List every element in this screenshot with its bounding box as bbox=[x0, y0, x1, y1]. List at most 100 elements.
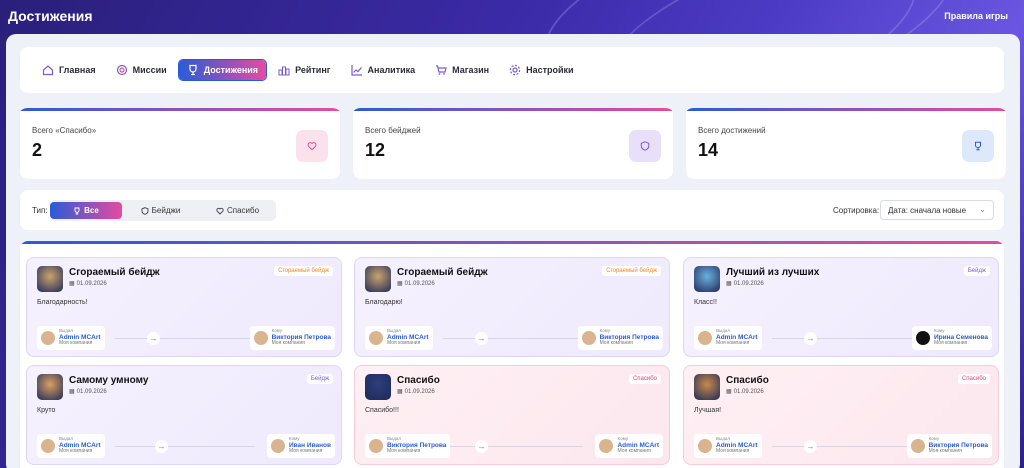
filter-label: Все bbox=[84, 206, 99, 215]
avatar bbox=[369, 331, 383, 345]
stat-card-thanks: Всего «Спасибо» 2 bbox=[20, 105, 340, 179]
stat-value: 12 bbox=[365, 140, 386, 160]
page-title: Достижения bbox=[8, 8, 93, 24]
arrow-right-icon: → bbox=[804, 332, 817, 345]
nav-item-settings[interactable]: Настройки bbox=[501, 60, 581, 80]
achievement-avatar bbox=[694, 374, 720, 400]
avatar bbox=[915, 331, 930, 345]
shield-icon bbox=[629, 130, 661, 162]
achievement-date-text: 01.09.2026 bbox=[733, 280, 764, 287]
filter-badges[interactable]: Бейджи bbox=[122, 202, 199, 219]
filter-all[interactable]: Все bbox=[50, 202, 122, 219]
nav-item-home[interactable]: Главная bbox=[34, 60, 104, 80]
type-segmented-control: Все Бейджи Спасибо bbox=[50, 200, 276, 221]
main-panel: Главная Миссии Достижения Рейтинг Аналит… bbox=[6, 34, 1020, 468]
avatar bbox=[599, 439, 614, 453]
achievement-message: Благодарю! bbox=[365, 299, 403, 306]
from-person: Выдал Admin MCArt Моя компания bbox=[694, 434, 762, 458]
arrow-right-icon: → bbox=[475, 440, 488, 453]
top-bar: Достижения Правила игры bbox=[0, 0, 1024, 32]
achievement-avatar bbox=[37, 266, 63, 292]
achievement-avatar bbox=[365, 266, 391, 292]
achievement-type-badge: Спасибо bbox=[957, 374, 990, 384]
to-company: Моя компания bbox=[599, 340, 633, 347]
sort-label: Сортировка: bbox=[833, 206, 880, 215]
avatar bbox=[581, 331, 596, 345]
avatar bbox=[369, 439, 383, 453]
achievement-message: Круто bbox=[37, 407, 56, 414]
to-person: Кому Иван Иванов Моя компания bbox=[266, 434, 335, 458]
stat-label: Всего бейджей bbox=[365, 126, 421, 135]
filter-bar: Тип: Все Бейджи Спасибо Сортировка: Дата… bbox=[20, 190, 1004, 230]
cart-icon bbox=[436, 65, 447, 75]
arrow-right-icon: → bbox=[804, 440, 817, 453]
nav-item-analytics[interactable]: Аналитика bbox=[343, 60, 424, 80]
calendar-icon: ▦ bbox=[726, 281, 732, 287]
achievement-type-badge: Сгораемый бейдж bbox=[602, 266, 661, 276]
achievement-card[interactable]: Самому умному ▦ 01.09.2026 Бейдж Круто В… bbox=[26, 365, 342, 465]
connector-line bbox=[772, 446, 912, 447]
achievement-date-text: 01.09.2026 bbox=[404, 280, 435, 287]
to-person: Кому Admin MCArt Моя компания bbox=[595, 434, 663, 458]
achievement-card[interactable]: Сгораемый бейдж ▦ 01.09.2026 Сгораемый б… bbox=[354, 257, 670, 357]
arrow-right-icon: → bbox=[147, 332, 160, 345]
achievement-date-text: 01.09.2026 bbox=[76, 280, 107, 287]
nav-item-label: Настройки bbox=[526, 65, 574, 75]
achievement-card[interactable]: Сгораемый бейдж ▦ 01.09.2026 Сгораемый б… bbox=[26, 257, 342, 357]
connector-line bbox=[115, 338, 255, 339]
achievement-type-badge: Бейдж bbox=[306, 374, 333, 384]
nav-item-label: Достижения bbox=[203, 65, 259, 75]
avatar bbox=[698, 439, 712, 453]
achievement-avatar bbox=[37, 374, 63, 400]
gear-icon bbox=[509, 64, 521, 76]
achievement-title: Сгораемый бейдж bbox=[397, 267, 488, 278]
achievement-message: Лучшая! bbox=[694, 407, 722, 414]
achievement-title: Лучший из лучших bbox=[726, 267, 820, 278]
from-person: Выдал Admin MCArt Моя компания bbox=[694, 326, 762, 350]
calendar-icon: ▦ bbox=[397, 281, 403, 287]
to-company: Моя компания bbox=[933, 340, 968, 347]
from-company: Моя компания bbox=[387, 340, 421, 347]
from-company: Моя компания bbox=[59, 448, 93, 455]
avatar bbox=[253, 331, 268, 345]
achievement-type-badge: Спасибо bbox=[628, 374, 661, 384]
game-rules-link[interactable]: Правила игры bbox=[944, 11, 1008, 21]
to-company: Моя компания bbox=[288, 448, 323, 455]
to-person: Кому Виктория Петрова Моя компания bbox=[577, 326, 663, 350]
nav-item-missions[interactable]: Миссии bbox=[108, 60, 175, 80]
achievement-card[interactable]: Спасибо ▦ 01.09.2026 Спасибо Лучшая! Выд… bbox=[683, 365, 999, 465]
achievement-card[interactable]: Лучший из лучших ▦ 01.09.2026 Бейдж Клас… bbox=[683, 257, 999, 357]
nav-item-shop[interactable]: Магазин bbox=[427, 60, 497, 80]
achievement-card[interactable]: Спасибо ▦ 01.09.2026 Спасибо Спасибо!!! … bbox=[354, 365, 670, 465]
stat-value: 14 bbox=[698, 140, 719, 160]
stat-card-badges: Всего бейджей 12 bbox=[353, 105, 673, 179]
connector-line bbox=[772, 338, 912, 339]
from-company: Моя компания bbox=[716, 340, 750, 347]
achievement-date-text: 01.09.2026 bbox=[76, 388, 107, 395]
nav-item-label: Рейтинг bbox=[295, 65, 331, 75]
filter-thanks[interactable]: Спасибо bbox=[199, 202, 276, 219]
heart-icon bbox=[296, 130, 328, 162]
achievement-date-text: 01.09.2026 bbox=[404, 388, 435, 395]
nav-item-label: Миссии bbox=[132, 65, 167, 75]
achievement-date: ▦ 01.09.2026 bbox=[726, 280, 764, 288]
nav-item-rating[interactable]: Рейтинг bbox=[270, 60, 338, 80]
sort-select[interactable]: Дата: сначала новые ⌄ bbox=[880, 200, 994, 220]
nav-item-label: Аналитика bbox=[367, 65, 416, 75]
filter-label: Бейджи bbox=[151, 206, 181, 215]
arrow-right-icon: → bbox=[155, 440, 168, 453]
from-person: Выдал Admin MCArt Моя компания bbox=[37, 434, 105, 458]
sort-value: Дата: сначала новые bbox=[888, 205, 967, 215]
nav-item-achievements[interactable]: Достижения bbox=[178, 60, 267, 80]
from-company: Моя компания bbox=[716, 448, 750, 455]
type-label: Тип: bbox=[32, 206, 48, 215]
to-person: Кому Ирина Семенова Моя компания bbox=[911, 326, 992, 350]
achievement-avatar bbox=[694, 266, 720, 292]
from-company: Моя компания bbox=[59, 340, 93, 347]
chart-icon bbox=[350, 65, 362, 76]
connector-line bbox=[443, 446, 583, 447]
calendar-icon: ▦ bbox=[397, 389, 403, 395]
achievement-type-badge: Бейдж bbox=[963, 266, 990, 276]
achievement-title: Спасибо bbox=[397, 375, 440, 386]
from-person: Выдал Admin MCArt Моя компания bbox=[365, 326, 433, 350]
